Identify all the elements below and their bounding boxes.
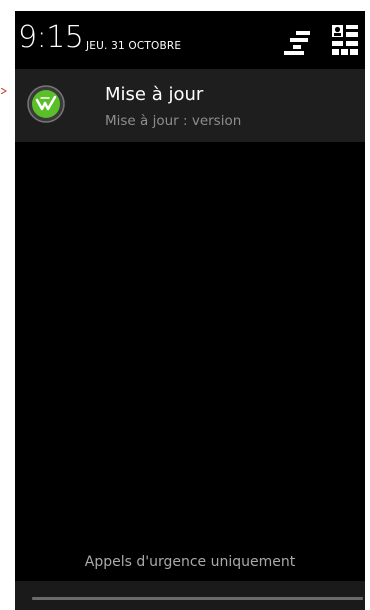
notification-shade-handle[interactable] <box>15 581 365 610</box>
handle-bar[interactable] <box>32 597 363 600</box>
quick-settings-icon[interactable] <box>332 25 358 55</box>
edge-mark-icon <box>1 88 7 94</box>
status-header: 9:15 JEU. 31 OCTOBRE <box>15 11 365 69</box>
update-notification[interactable]: Mise à jour Mise à jour : version <box>15 69 365 142</box>
lock-screen: 9:15 JEU. 31 OCTOBRE Mise à jour Mise à … <box>15 11 365 610</box>
settings-toggle-icon[interactable] <box>284 29 310 55</box>
date: JEU. 31 OCTOBRE <box>86 40 182 52</box>
update-app-icon <box>27 85 65 123</box>
notification-title: Mise à jour <box>105 84 204 105</box>
clock: 9:15 <box>18 20 84 55</box>
notification-text: Mise à jour : version <box>105 113 242 129</box>
emergency-calls-label: Appels d'urgence uniquement <box>84 554 296 570</box>
